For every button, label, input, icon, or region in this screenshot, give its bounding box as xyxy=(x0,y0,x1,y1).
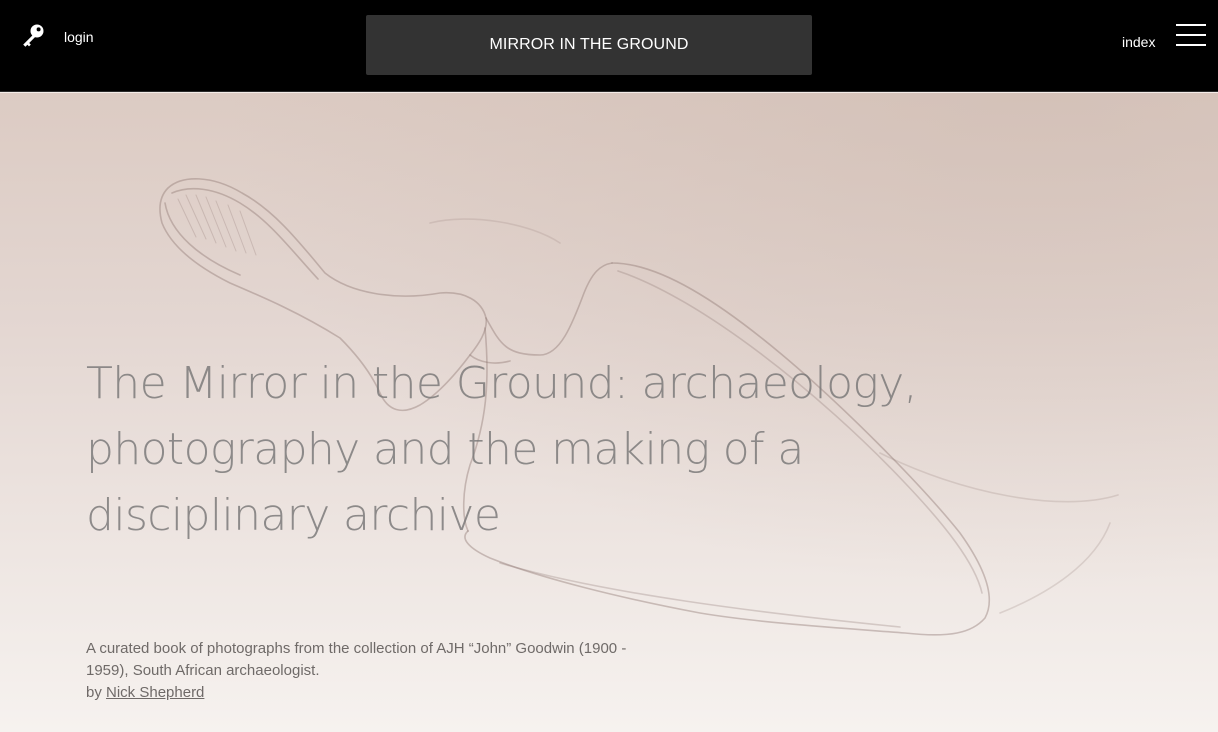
top-navigation-bar: login MIRROR IN THE GROUND index xyxy=(0,0,1218,92)
hero-description-block: A curated book of photographs from the c… xyxy=(86,638,666,704)
key-icon xyxy=(23,24,44,47)
hero-section: The Mirror in the Ground: archaeology, p… xyxy=(0,93,1218,732)
login-link[interactable]: login xyxy=(20,22,94,48)
hamburger-menu-icon[interactable] xyxy=(1176,24,1206,46)
hero-title: The Mirror in the Ground: archaeology, p… xyxy=(86,358,918,541)
login-label: login xyxy=(64,29,94,45)
hero-description: A curated book of photographs from the c… xyxy=(86,640,627,679)
site-title: MIRROR IN THE GROUND xyxy=(489,36,689,53)
site-title-button[interactable]: MIRROR IN THE GROUND xyxy=(366,15,812,75)
author-link[interactable]: Nick Shepherd xyxy=(106,684,204,701)
index-link[interactable]: index xyxy=(1122,34,1155,50)
byline: by Nick Shepherd xyxy=(86,682,666,704)
byline-prefix: by xyxy=(86,684,102,701)
